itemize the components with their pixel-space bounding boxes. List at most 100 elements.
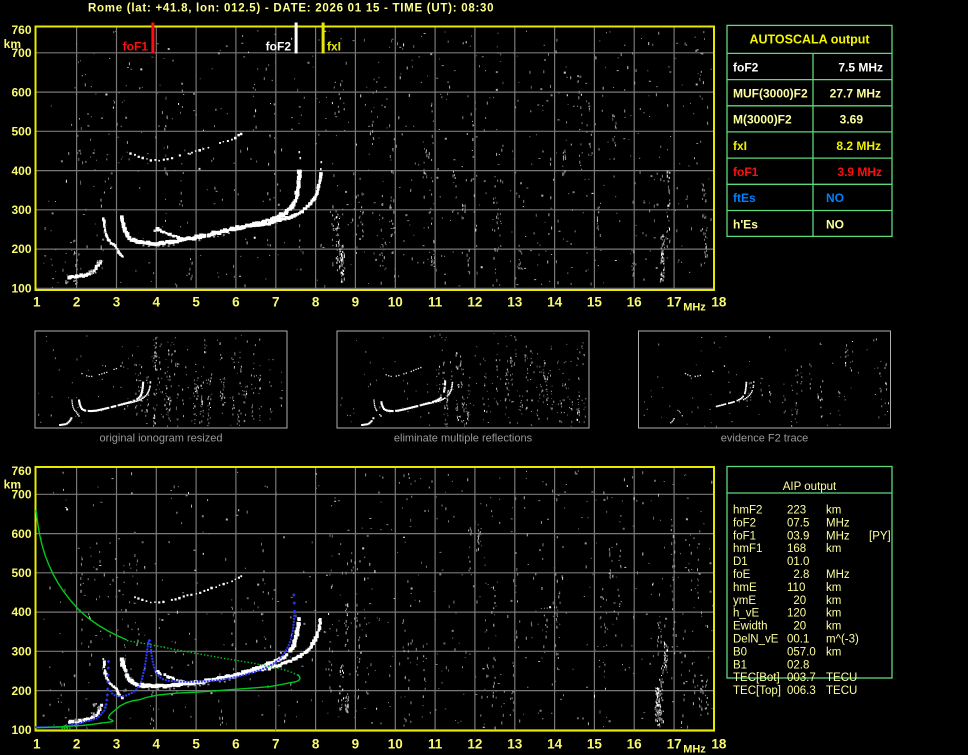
- svg-text:km: km: [4, 478, 21, 492]
- svg-text:110: 110: [787, 582, 805, 594]
- svg-text:500: 500: [11, 125, 31, 139]
- svg-text:MHz: MHz: [683, 301, 706, 313]
- svg-text:fxI: fxI: [327, 40, 341, 54]
- svg-text:760: 760: [11, 23, 31, 37]
- svg-text:11: 11: [428, 294, 443, 309]
- svg-text:foE: foE: [733, 569, 751, 581]
- svg-text:400: 400: [11, 164, 31, 178]
- svg-text:1: 1: [33, 736, 41, 751]
- svg-text:8: 8: [312, 736, 320, 751]
- svg-text:17: 17: [667, 736, 682, 751]
- svg-text:foF2: foF2: [733, 517, 756, 529]
- svg-text:foF1: foF1: [733, 530, 756, 542]
- svg-text:km: km: [826, 582, 841, 594]
- svg-text:DelN_vE: DelN_vE: [733, 634, 779, 646]
- svg-text:27.7 MHz: 27.7 MHz: [830, 87, 881, 101]
- svg-text:3.9 MHz: 3.9 MHz: [837, 165, 882, 179]
- svg-text:13: 13: [507, 736, 523, 751]
- svg-text:14: 14: [547, 736, 563, 751]
- svg-text:300: 300: [11, 645, 31, 659]
- svg-text:MHz: MHz: [826, 517, 850, 529]
- svg-text:5: 5: [192, 294, 200, 309]
- svg-text:km: km: [826, 505, 841, 517]
- svg-text:foF1: foF1: [123, 40, 149, 54]
- svg-text:003.7: 003.7: [787, 672, 816, 684]
- svg-text:20: 20: [787, 595, 806, 607]
- svg-text:AIP output: AIP output: [783, 481, 837, 493]
- svg-text:18: 18: [711, 294, 727, 309]
- svg-text:fxI: fxI: [733, 139, 747, 153]
- svg-text:4: 4: [153, 294, 161, 309]
- svg-text:7: 7: [272, 294, 280, 309]
- svg-text:eliminate multiple reflections: eliminate multiple reflections: [394, 433, 533, 445]
- svg-text:MUF(3000)F2: MUF(3000)F2: [733, 87, 808, 101]
- svg-text:10: 10: [388, 294, 403, 309]
- svg-text:MHz: MHz: [826, 530, 850, 542]
- svg-text:h'Es: h'Es: [733, 217, 758, 231]
- svg-text:600: 600: [11, 85, 31, 99]
- svg-text:12: 12: [467, 736, 482, 751]
- svg-text:17: 17: [667, 294, 682, 309]
- svg-text:3.69: 3.69: [840, 113, 864, 127]
- svg-text:100: 100: [11, 282, 31, 296]
- svg-text:km: km: [826, 608, 841, 620]
- svg-text:7: 7: [272, 736, 280, 751]
- svg-text:9: 9: [352, 294, 360, 309]
- svg-text:NO: NO: [826, 217, 844, 231]
- svg-text:3: 3: [113, 294, 121, 309]
- svg-text:M(3000)F2: M(3000)F2: [733, 113, 792, 127]
- svg-text:AUTOSCALA output: AUTOSCALA output: [749, 33, 870, 47]
- svg-text:200: 200: [11, 242, 31, 256]
- svg-text:400: 400: [11, 605, 31, 619]
- svg-text:1: 1: [33, 294, 41, 309]
- svg-text:14: 14: [547, 294, 563, 309]
- svg-text:168: 168: [787, 543, 806, 555]
- svg-text:3: 3: [113, 736, 121, 751]
- svg-text:h_vE: h_vE: [733, 608, 760, 620]
- svg-text:D1: D1: [733, 556, 748, 568]
- svg-text:16: 16: [627, 736, 643, 751]
- svg-text:Rome (lat: +41.8, lon: 012.5): Rome (lat: +41.8, lon: 012.5) - DATE: 20…: [88, 3, 494, 15]
- svg-text:[PY]: [PY]: [869, 530, 891, 542]
- svg-text:km: km: [826, 543, 841, 555]
- svg-text:00.1: 00.1: [787, 634, 809, 646]
- svg-text:300: 300: [11, 203, 31, 217]
- svg-text:NO: NO: [826, 191, 844, 205]
- svg-text:B1: B1: [733, 659, 747, 671]
- svg-text:5: 5: [192, 736, 200, 751]
- svg-text:foF2: foF2: [733, 60, 759, 74]
- svg-text:hmF2: hmF2: [733, 505, 762, 517]
- svg-text:TECU: TECU: [826, 685, 857, 697]
- svg-text:13: 13: [507, 294, 523, 309]
- svg-text:MHz: MHz: [826, 569, 850, 581]
- svg-text:km: km: [4, 37, 21, 51]
- svg-text:MHz: MHz: [683, 743, 706, 755]
- svg-text:16: 16: [627, 294, 643, 309]
- svg-text:100: 100: [11, 723, 31, 737]
- svg-text:6: 6: [232, 294, 240, 309]
- svg-text:10: 10: [388, 736, 403, 751]
- svg-text:2: 2: [73, 736, 81, 751]
- svg-text:ymE: ymE: [733, 595, 756, 607]
- svg-text:200: 200: [11, 684, 31, 698]
- svg-text:4: 4: [153, 736, 161, 751]
- svg-text:ftEs: ftEs: [733, 191, 756, 205]
- svg-text:9: 9: [352, 736, 360, 751]
- svg-text:12: 12: [467, 294, 482, 309]
- svg-text:11: 11: [428, 736, 443, 751]
- svg-text:foF1: foF1: [733, 165, 759, 179]
- svg-text:B0: B0: [733, 646, 747, 658]
- svg-text:km: km: [826, 621, 841, 633]
- svg-text:15: 15: [587, 736, 603, 751]
- svg-text:TECU: TECU: [826, 672, 857, 684]
- svg-text:8: 8: [312, 294, 320, 309]
- svg-text:18: 18: [711, 736, 727, 751]
- svg-text:hmE: hmE: [733, 582, 757, 594]
- svg-text:20: 20: [787, 621, 806, 633]
- svg-text:km: km: [826, 646, 841, 658]
- svg-text:2.8: 2.8: [787, 569, 809, 581]
- svg-text:223: 223: [787, 505, 806, 517]
- svg-text:original ionogram resized: original ionogram resized: [100, 433, 223, 445]
- svg-text:07.5: 07.5: [787, 517, 809, 529]
- svg-text:600: 600: [11, 527, 31, 541]
